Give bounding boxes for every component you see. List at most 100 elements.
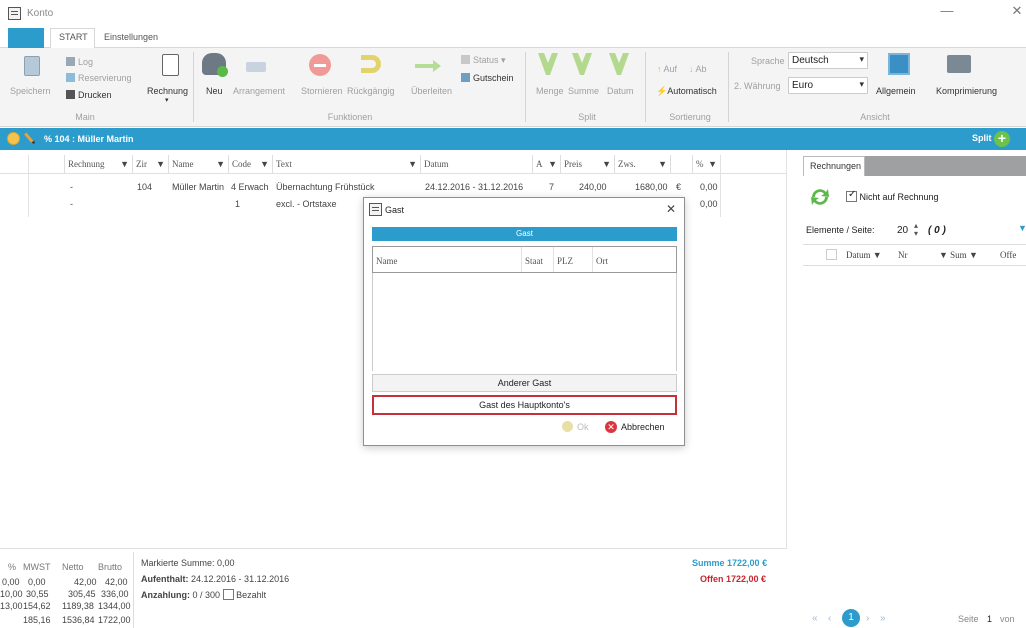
dialog-close-button[interactable]: ✕ — [666, 202, 676, 216]
cancel-button[interactable]: Abbrechen — [621, 422, 665, 432]
vat-table: % MWST Netto Brutto 0,00 0,00 42,00 42,0… — [0, 552, 134, 628]
col-anzahl[interactable]: A ▼ — [532, 155, 560, 173]
rechnung-button[interactable]: Rechnung — [147, 86, 188, 96]
filter-icon[interactable]: ▼ — [408, 155, 417, 173]
col-datum-label: Datum — [424, 159, 449, 169]
col-code[interactable]: Code ▼ — [228, 155, 272, 173]
filter-icon[interactable]: ▼ — [708, 155, 717, 173]
save-button[interactable]: Speichern — [10, 86, 51, 96]
deposit-info: Anzahlung: 0 / 300 Bezahlt — [141, 589, 266, 600]
col-text[interactable]: Text ▼ — [272, 155, 420, 173]
col-name-label: Name — [172, 159, 194, 169]
vat-r3-percent: 13,00 — [0, 601, 23, 611]
group-label-ansicht: Ansicht — [860, 112, 890, 122]
per-page-spinner[interactable]: ▴ ▾ — [914, 222, 918, 238]
row1-text: Übernachtung Frühstück — [276, 182, 375, 192]
printer-icon — [66, 90, 75, 99]
log-button[interactable]: Log — [66, 57, 93, 67]
guest-col-ort[interactable]: Ort — [596, 256, 608, 266]
open-total: Offen 1722,00 € — [700, 574, 766, 584]
invoice-col-datum[interactable]: Datum ▼ — [846, 250, 882, 260]
pager-last[interactable]: » — [880, 613, 886, 624]
guest-col-staat[interactable]: Staat — [525, 256, 543, 266]
status-button[interactable]: Status ▾ — [461, 55, 506, 66]
add-split-icon[interactable]: + — [994, 131, 1010, 147]
col-zimmer[interactable]: Zir ▼ — [132, 155, 168, 173]
invoice-col-sum[interactable]: ▼ Sum ▼ — [939, 250, 978, 260]
komprimierung-button[interactable]: Komprimierung — [936, 86, 997, 96]
close-window-button[interactable]: ✕ — [1006, 3, 1026, 23]
rechnung-dropdown-icon[interactable]: ▾ — [165, 96, 169, 104]
dialog-title: Gast — [385, 205, 405, 215]
row2-rechnung: - — [70, 199, 73, 209]
vat-r2-brutto: 336,00 — [101, 589, 129, 599]
vat-col-percent: % — [8, 562, 17, 572]
account-bar — [0, 128, 1026, 150]
vat-col-brutto: Brutto — [98, 562, 123, 572]
ok-button[interactable]: Ok — [577, 422, 589, 432]
other-guest-button[interactable]: Anderer Gast — [372, 374, 677, 392]
neu-button[interactable]: Neu — [206, 86, 223, 96]
pager-first[interactable]: « — [812, 613, 818, 624]
filter-icon[interactable]: ▼ — [120, 155, 129, 173]
col-prozent-label: % — [696, 159, 704, 169]
vat-r3-brutto: 1344,00 — [98, 601, 131, 611]
main-account-guest-button[interactable]: Gast des Hauptkonto's — [372, 395, 677, 415]
stornieren-button[interactable]: Stornieren — [301, 86, 343, 96]
sort-automatisch-button[interactable]: ⚡Automatisch — [656, 86, 717, 97]
vat-col-mwst: MWST — [23, 562, 51, 572]
allgemein-button[interactable]: Allgemein — [876, 86, 916, 96]
invoice-col-offen[interactable]: Offe — [1000, 250, 1016, 260]
not-on-invoice-checkbox[interactable] — [846, 189, 857, 202]
waehrung-select[interactable]: Euro — [788, 77, 868, 94]
sort-ab-button[interactable]: ↓ Ab — [689, 64, 707, 74]
rueckgaengig-button[interactable]: Rückgängig — [347, 86, 395, 96]
filter-icon[interactable]: ▼ — [216, 155, 225, 173]
minimize-button[interactable]: — — [936, 3, 958, 23]
sum-label: Summe — [692, 558, 725, 568]
filter-icon[interactable]: ▼ — [1018, 223, 1026, 233]
refresh-icon[interactable] — [808, 186, 832, 208]
ueberleiten-button[interactable]: Überleiten — [411, 86, 452, 96]
col-waehrung[interactable] — [670, 155, 692, 173]
sprache-select[interactable]: Deutsch — [788, 52, 868, 69]
col-datum[interactable]: Datum — [420, 155, 532, 173]
guest-col-name[interactable]: Name — [376, 256, 398, 266]
select-all-checkbox[interactable] — [826, 249, 837, 260]
col-preis[interactable]: Preis ▼ — [560, 155, 614, 173]
split-datum-button[interactable]: Datum — [607, 86, 634, 96]
filter-icon[interactable]: ▼ — [602, 155, 611, 173]
tab-start[interactable]: START — [59, 32, 88, 42]
not-on-invoice-option[interactable]: Nicht auf Rechnung — [846, 189, 939, 202]
filter-icon[interactable]: ▼ — [260, 155, 269, 173]
tab-strip-fill — [865, 156, 1026, 176]
pager-prev[interactable]: ‹ — [828, 613, 831, 624]
file-tab[interactable] — [8, 28, 44, 48]
ok-icon — [562, 421, 573, 432]
pager-next[interactable]: › — [866, 613, 869, 624]
col-zws[interactable]: Zws. ▼ — [614, 155, 670, 173]
filter-icon[interactable]: ▼ — [156, 155, 165, 173]
sort-auf-button[interactable]: ↑ Auf — [657, 64, 677, 74]
filter-icon[interactable]: ▼ — [548, 155, 557, 173]
filter-icon[interactable]: ▼ — [658, 155, 667, 173]
split-menge-button[interactable]: Menge — [536, 86, 564, 96]
paid-checkbox[interactable] — [222, 589, 234, 600]
col-rechnung[interactable]: Rechnung ▼ — [64, 155, 132, 173]
reservierung-button[interactable]: Reservierung — [66, 73, 132, 83]
invoice-col-nr[interactable]: Nr — [898, 250, 908, 260]
split-summe-button[interactable]: Summe — [568, 86, 599, 96]
tab-einstellungen[interactable]: Einstellungen — [104, 32, 158, 42]
arrangement-button[interactable]: Arrangement — [233, 86, 285, 96]
smiley-icon[interactable] — [7, 132, 20, 145]
drucken-button[interactable]: Drucken — [66, 90, 112, 100]
gutschein-button[interactable]: Gutschein — [461, 73, 514, 83]
col-prozent[interactable]: % ▼ — [692, 155, 720, 173]
split-label[interactable]: Split — [972, 133, 992, 143]
drucken-label: Drucken — [78, 90, 112, 100]
tab-rechnungen[interactable]: Rechnungen — [803, 156, 865, 176]
per-page-value[interactable]: 20 — [897, 225, 908, 236]
guest-col-plz[interactable]: PLZ — [557, 256, 573, 266]
col-name[interactable]: Name ▼ — [168, 155, 228, 173]
pager-current[interactable]: 1 — [842, 609, 860, 627]
